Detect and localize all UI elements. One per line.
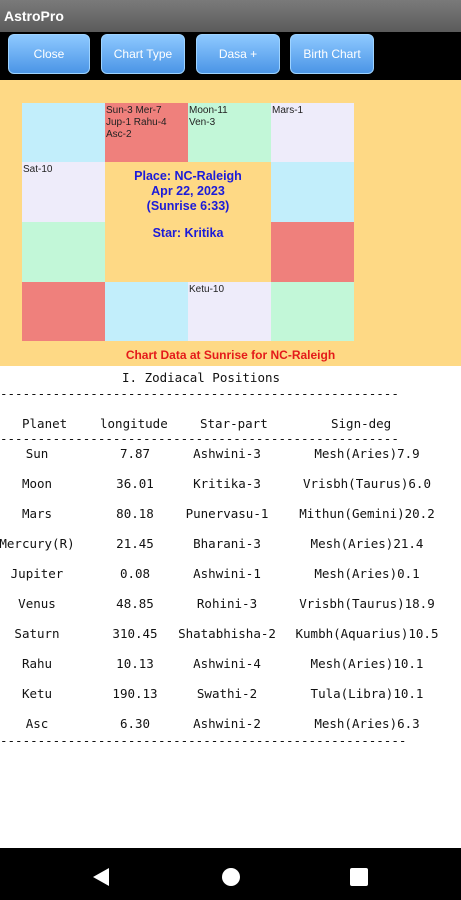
house-aries[interactable]: Sun-3 Mer-7 Jup-1 Rahu-4 Asc-2 <box>105 103 188 162</box>
planet-cell: Rahu <box>21 656 53 671</box>
planet-cell: Jupiter <box>10 566 64 581</box>
longitude-cell: 21.45 <box>116 536 154 551</box>
planet-cell: Sun <box>25 446 49 461</box>
separator-line: ----------------------------------------… <box>0 431 400 446</box>
header-sign-deg: Sign-deg <box>331 416 392 431</box>
house-pisces[interactable] <box>22 103 105 162</box>
recents-icon[interactable] <box>350 868 368 886</box>
star-part-cell: Shatabhisha-2 <box>178 626 276 641</box>
chart-type-button[interactable]: Chart Type <box>101 34 185 74</box>
table-row: Sun 7.87 Ashwini-3 Mesh(Aries)7.9 <box>0 446 461 466</box>
app-title: AstroPro <box>4 8 64 24</box>
star-part-cell: Ashwini-1 <box>193 566 261 581</box>
house-aquarius[interactable]: Sat-10 <box>22 162 105 222</box>
house-aquarius-planets: Sat-10 <box>23 164 53 175</box>
sign-deg-cell: Mesh(Aries)0.1 <box>314 566 420 581</box>
table-row: Jupiter 0.08 Ashwini-1 Mesh(Aries)0.1 <box>0 566 461 586</box>
star-part-cell: Ashwini-2 <box>193 716 261 731</box>
planet-cell: Saturn <box>14 626 60 641</box>
table-row: Ketu 190.13 Swathi-2 Tula(Libra)10.1 <box>0 686 461 706</box>
chart-caption: Chart Data at Sunrise for NC-Raleigh <box>125 348 336 362</box>
longitude-cell: 310.45 <box>112 626 158 641</box>
header-planet: Planet <box>22 416 68 431</box>
app-title-bar: AstroPro <box>0 0 461 32</box>
header-longitude: longitude <box>100 416 168 431</box>
section-title: I. Zodiacal Positions <box>122 370 281 385</box>
table-row: Mars 80.18 Punervasu-1 Mithun(Gemini)20.2 <box>0 506 461 526</box>
date-label: Apr 22, 2023 <box>151 184 225 198</box>
house-cancer[interactable] <box>271 162 354 222</box>
house-libra-planets: Ketu-10 <box>189 284 225 295</box>
longitude-cell: 0.08 <box>119 566 151 581</box>
house-virgo[interactable] <box>271 282 354 341</box>
house-capricorn[interactable] <box>22 222 105 282</box>
star-part-cell: Bharani-3 <box>193 536 261 551</box>
star-part-cell: Ashwini-3 <box>193 446 261 461</box>
table-row: Moon 36.01 Kritika-3 Vrisbh(Taurus)6.0 <box>0 476 461 496</box>
android-nav-bar <box>0 848 461 900</box>
sign-deg-cell: Vrisbh(Taurus)6.0 <box>303 476 431 491</box>
star-part-cell: Kritika-3 <box>193 476 261 491</box>
close-button[interactable]: Close <box>8 34 90 74</box>
separator-line: ----------------------------------------… <box>0 386 400 401</box>
house-taurus[interactable]: Moon-11 Ven-3 <box>188 103 271 162</box>
sign-deg-cell: Mesh(Aries)21.4 <box>310 536 424 551</box>
sign-deg-cell: Kumbh(Aquarius)10.5 <box>295 626 439 641</box>
table-row: Saturn 310.45 Shatabhisha-2 Kumbh(Aquarius)… <box>0 626 461 646</box>
table-row: Mercury(R) 21.45 Bharani-3 Mesh(Aries)21.4 <box>0 536 461 556</box>
sunrise-label: (Sunrise 6:33) <box>146 199 230 213</box>
planet-cell: Mars <box>21 506 53 521</box>
longitude-cell: 48.85 <box>116 596 154 611</box>
star-part-cell: Rohini-3 <box>196 596 258 611</box>
star-part-cell: Ashwini-4 <box>193 656 261 671</box>
star-label: Star: Kritika <box>152 226 224 240</box>
house-aries-planets: Sun-3 Mer-7 Jup-1 Rahu-4 Asc-2 <box>106 105 167 140</box>
planet-cell: Asc <box>25 716 49 731</box>
table-row: Venus 48.85 Rohini-3 Vrisbh(Taurus)18.9 <box>0 596 461 616</box>
home-icon[interactable] <box>222 868 240 886</box>
planet-cell: Moon <box>21 476 53 491</box>
planet-cell: Venus <box>18 596 56 611</box>
separator-line: ----------------------------------------… <box>0 733 408 748</box>
house-taurus-planets: Moon-11 Ven-3 <box>189 105 228 128</box>
chart-center-info: Place: NC-Raleigh Apr 22, 2023 (Sunrise … <box>105 162 271 281</box>
header-star-part: Star-part <box>200 416 268 431</box>
birth-chart-button[interactable]: Birth Chart <box>290 34 374 74</box>
back-icon[interactable] <box>93 868 109 886</box>
chart-panel: Sun-3 Mer-7 Jup-1 Rahu-4 Asc-2 Moon-11 V… <box>0 80 461 366</box>
dasa-plus-button[interactable]: Dasa + <box>196 34 280 74</box>
longitude-cell: 36.01 <box>116 476 154 491</box>
house-libra[interactable]: Ketu-10 <box>188 282 271 341</box>
star-part-cell: Punervasu-1 <box>185 506 269 521</box>
longitude-cell: 10.13 <box>116 656 154 671</box>
house-sagittarius[interactable] <box>22 282 105 341</box>
longitude-cell: 7.87 <box>119 446 151 461</box>
toolbar: Close Chart Type Dasa + Birth Chart <box>0 32 461 80</box>
sign-deg-cell: Mesh(Aries)6.3 <box>314 716 420 731</box>
house-gemini-planets: Mars-1 <box>272 105 304 116</box>
planet-cell: Mercury(R) <box>0 536 75 551</box>
sign-deg-cell: Tula(Libra)10.1 <box>310 686 424 701</box>
house-leo[interactable] <box>271 222 354 282</box>
table-row: Rahu 10.13 Ashwini-4 Mesh(Aries)10.1 <box>0 656 461 676</box>
sign-deg-cell: Mithun(Gemini)20.2 <box>299 506 435 521</box>
house-gemini[interactable]: Mars-1 <box>271 103 354 162</box>
sign-deg-cell: Vrisbh(Taurus)18.9 <box>299 596 435 611</box>
place-label: Place: NC-Raleigh <box>134 169 242 183</box>
star-part-cell: Swathi-2 <box>196 686 258 701</box>
house-scorpio[interactable] <box>105 282 188 341</box>
sign-deg-cell: Mesh(Aries)7.9 <box>314 446 420 461</box>
planet-cell: Ketu <box>21 686 53 701</box>
sign-deg-cell: Mesh(Aries)10.1 <box>310 656 424 671</box>
longitude-cell: 190.13 <box>112 686 158 701</box>
longitude-cell: 6.30 <box>119 716 151 731</box>
longitude-cell: 80.18 <box>116 506 154 521</box>
